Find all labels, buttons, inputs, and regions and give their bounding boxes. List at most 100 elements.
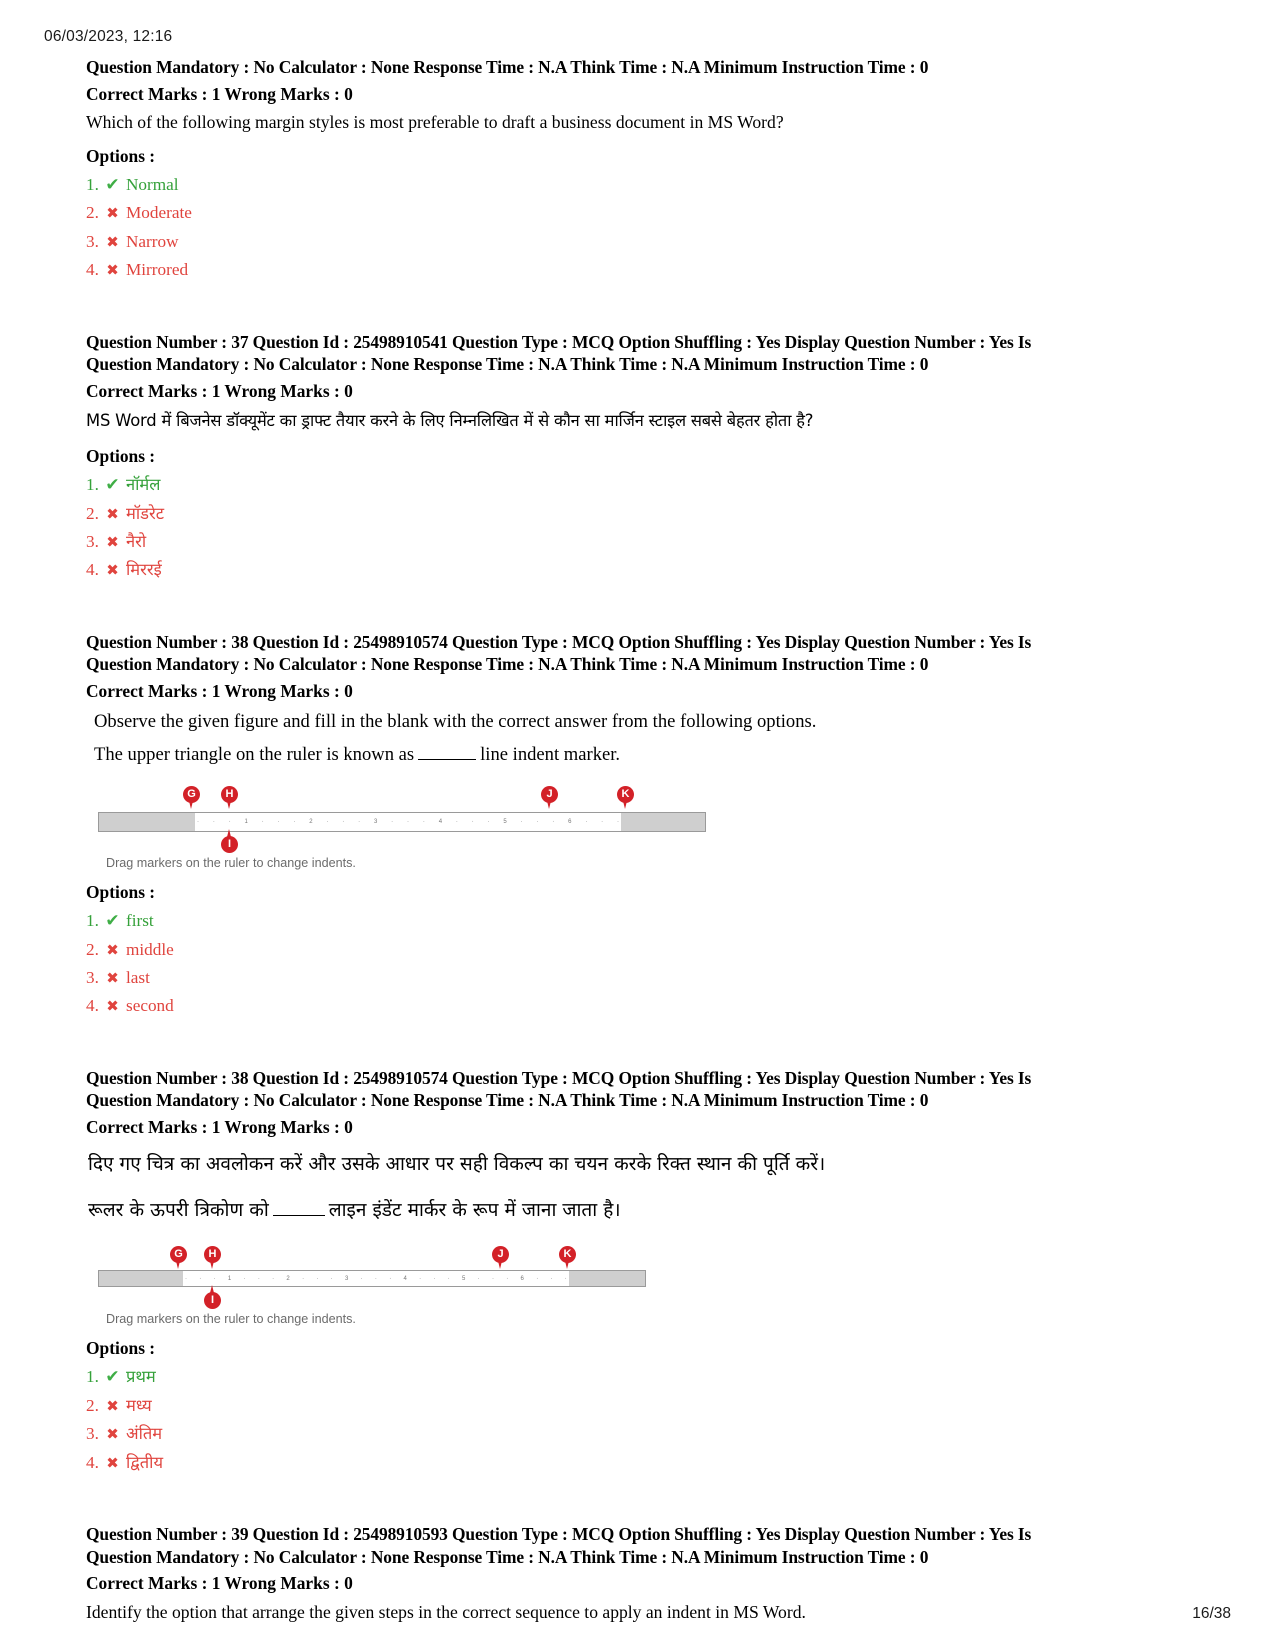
stem-before-blank: The upper triangle on the ruler is known… xyxy=(94,744,415,766)
option-label: first xyxy=(126,911,154,931)
ruler-tick: · xyxy=(212,819,215,826)
option-item[interactable]: 2. ✖ Moderate xyxy=(86,199,1146,227)
ruler-tick: · xyxy=(433,1275,436,1282)
ruler-tick: · xyxy=(585,819,588,826)
word-ruler: · · · 1 · · · 2 · · · 3 · · · 4 · · · 5 · · · 6 · · · xyxy=(98,812,706,833)
question-stem: Identify the option that arrange the giv… xyxy=(86,1601,806,1622)
question-marks-line: Correct Marks : 1 Wrong Marks : 0 xyxy=(86,680,353,701)
option-item[interactable]: 1. ✔ नॉर्मल xyxy=(86,471,1146,499)
cross-icon: ✖ xyxy=(106,940,119,959)
ruler-marker-g[interactable]: G xyxy=(183,786,200,810)
ruler-tick: · xyxy=(185,1275,187,1282)
option-item[interactable]: 2. ✖ मॉडरेट xyxy=(86,500,1146,528)
question-stem-line-2: The upper triangle on the ruler is known… xyxy=(86,741,1146,768)
option-item[interactable]: 2. ✖ middle xyxy=(86,936,1146,964)
word-ruler: · · · 1 · · · 2 · · · 3 · · · 4 · · · 5 · · · 6 · · · xyxy=(98,1270,646,1288)
ruler-tick: · xyxy=(302,1275,305,1282)
ruler-marker-h[interactable]: H xyxy=(221,786,238,810)
question-marks-line: Correct Marks : 1 Wrong Marks : 0 xyxy=(86,83,353,104)
ruler-marker-j[interactable]: J xyxy=(541,786,558,810)
question-meta-line: Question Mandatory : No Calculator : Non… xyxy=(86,57,929,77)
ruler-graphic: · · · 1 · · · 2 · · · 3 · · · 4 · · · 5 · · · 6 · · · G H J xyxy=(92,784,712,854)
ruler-marker-j[interactable]: J xyxy=(492,1246,509,1270)
option-item[interactable]: 4. ✖ द्वितीय xyxy=(86,1449,1146,1477)
option-item[interactable]: 4. ✖ मिररई xyxy=(86,556,1146,584)
question-block-q38-en: Question Number : 38 Question Id : 25498… xyxy=(86,631,1146,1021)
ruler-marker-h[interactable]: H xyxy=(204,1246,221,1270)
option-item[interactable]: 3. ✖ नैरो xyxy=(86,528,1146,556)
option-item[interactable]: 4. ✖ Mirrored xyxy=(86,256,1146,284)
ruler-tick-number: 2 xyxy=(309,819,313,826)
option-number: 2. xyxy=(86,1395,99,1415)
ruler-tick: · xyxy=(243,1275,246,1282)
ruler-marker-k[interactable]: K xyxy=(617,786,634,810)
ruler-ticks: · · · 1 · · · 2 · · · 3 · · · 4 · · · 5 · · · 6 · · · xyxy=(195,813,621,831)
marker-label: K xyxy=(563,1248,572,1261)
check-icon: ✔ xyxy=(105,475,120,496)
fill-in-blank xyxy=(418,743,477,761)
option-item[interactable]: 1. ✔ प्रथम xyxy=(86,1363,1146,1391)
ruler-text-zone: · · · 1 · · · 2 · · · 3 · · · 4 · · · 5 · · · 6 · · · xyxy=(195,813,621,832)
option-item[interactable]: 1. ✔ Normal xyxy=(86,171,1146,199)
ruler-tick: · xyxy=(455,819,458,826)
question-meta-line: Question Mandatory : No Calculator : Non… xyxy=(86,654,929,675)
ruler-left-margin-zone xyxy=(99,813,195,832)
option-number: 1. xyxy=(86,1367,99,1387)
question-meta-line: Question Mandatory : No Calculator : Non… xyxy=(86,354,929,375)
option-number: 2. xyxy=(86,939,99,959)
option-item[interactable]: 4. ✖ second xyxy=(86,992,1146,1020)
ruler-tick: · xyxy=(261,819,264,826)
option-label: last xyxy=(126,968,150,988)
ruler-tick: · xyxy=(391,819,394,826)
ruler-marker-i[interactable]: I xyxy=(221,829,238,854)
option-label: Narrow xyxy=(126,231,179,251)
question-stem-line-1: Observe the given figure and fill in the… xyxy=(94,711,817,733)
question-stem: Which of the following margin styles is … xyxy=(86,112,784,132)
option-number: 2. xyxy=(86,503,99,523)
marker-label: I xyxy=(210,1294,215,1307)
page-timestamp: 06/03/2023, 12:16 xyxy=(44,28,173,45)
options-label: Options : xyxy=(86,146,156,166)
option-item[interactable]: 3. ✖ Narrow xyxy=(86,228,1146,256)
cross-icon: ✖ xyxy=(106,1396,119,1415)
ruler-tick: · xyxy=(536,819,539,826)
option-number: 4. xyxy=(86,1452,99,1472)
option-number: 3. xyxy=(86,531,99,551)
ruler-tick: · xyxy=(197,819,199,826)
option-label: मॉडरेट xyxy=(126,503,165,523)
stem-after-blank: लाइन इंडेंट मार्कर के रूप में जाना जाता … xyxy=(328,1199,621,1222)
page-number: 16/38 xyxy=(1192,1605,1231,1622)
ruler-marker-k[interactable]: K xyxy=(559,1246,576,1270)
ruler-tick: · xyxy=(358,819,361,826)
ruler-tick: · xyxy=(487,819,490,826)
question-block-q37-hi: Question Number : 37 Question Id : 25498… xyxy=(86,331,1146,585)
ruler-tick: · xyxy=(293,819,296,826)
question-meta-line: Question Mandatory : No Calculator : Non… xyxy=(86,1546,929,1567)
marker-label: G xyxy=(187,788,196,801)
ruler-figure-en: · · · 1 · · · 2 · · · 3 · · · 4 · · · 5 · · · 6 · · · G H J xyxy=(86,784,1146,870)
ruler-tick: · xyxy=(447,1275,450,1282)
exam-answer-key-page: 06/03/2023, 12:16 Question Mandatory : N… xyxy=(0,0,1275,1651)
stem-before-blank: रूलर के ऊपरी त्रिकोण को xyxy=(88,1199,269,1222)
ruler-marker-g[interactable]: G xyxy=(170,1246,187,1270)
ruler-text-zone: · · · 1 · · · 2 · · · 3 · · · 4 · · · 5 · · · 6 · · · xyxy=(183,1271,569,1287)
option-item[interactable]: 1. ✔ first xyxy=(86,907,1146,935)
ruler-tick: · xyxy=(419,1275,422,1282)
ruler-tick: · xyxy=(491,1275,494,1282)
check-icon: ✔ xyxy=(105,1367,120,1388)
ruler-marker-i[interactable]: I xyxy=(204,1285,221,1310)
ruler-tick: · xyxy=(422,819,425,826)
option-item[interactable]: 3. ✖ अंतिम xyxy=(86,1420,1146,1448)
ruler-figure-hi: · · · 1 · · · 2 · · · 3 · · · 4 · · · 5 · · · 6 · · · G H J xyxy=(86,1246,1146,1326)
option-item[interactable]: 2. ✖ मध्य xyxy=(86,1392,1146,1420)
marker-label: H xyxy=(208,1248,217,1261)
option-label: Normal xyxy=(126,175,179,194)
ruler-tick: · xyxy=(277,819,280,826)
question-meta-line: Question Mandatory : No Calculator : Non… xyxy=(86,1090,929,1111)
options-list: 1. ✔ first 2. ✖ middle 3. ✖ last 4. ✖ second xyxy=(86,907,1146,1021)
ruler-tick: · xyxy=(374,1275,377,1282)
option-label: प्रथम xyxy=(126,1367,156,1387)
option-item[interactable]: 3. ✖ last xyxy=(86,964,1146,992)
ruler-tick-number: 5 xyxy=(503,819,507,826)
ruler-tick: · xyxy=(601,819,604,826)
